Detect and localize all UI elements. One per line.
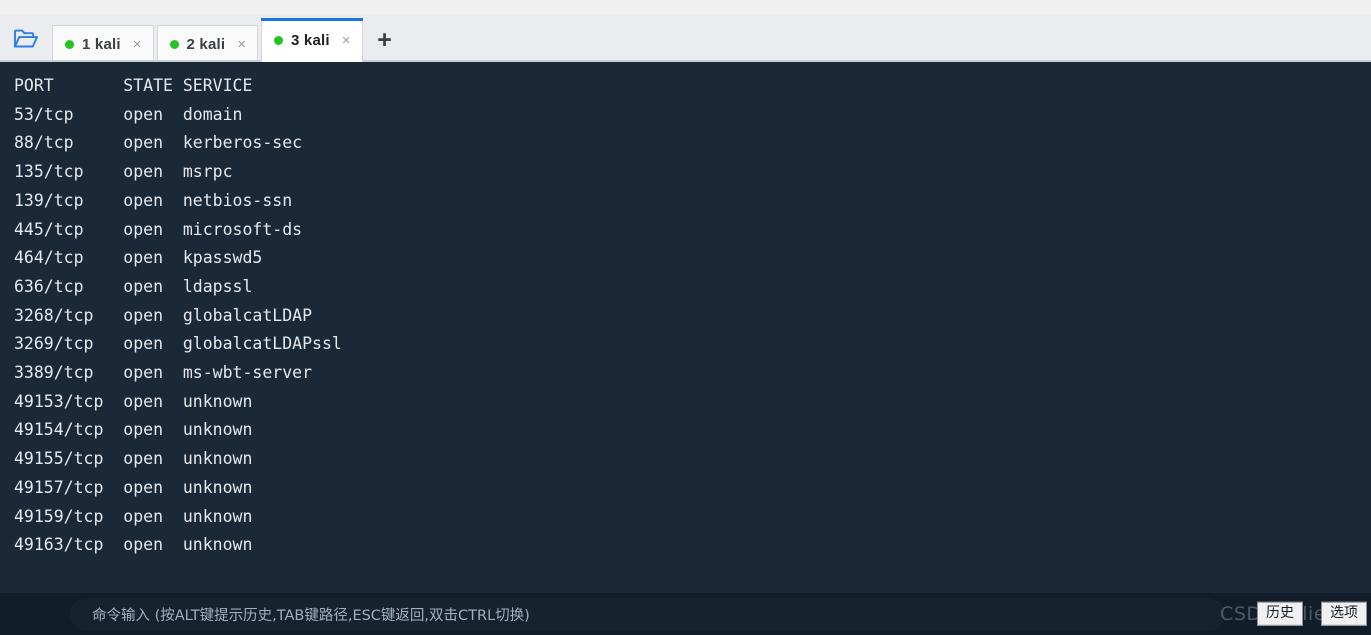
terminal-row: 49159/tcp open unknown: [14, 506, 253, 526]
tab-3-kali[interactable]: 3 kali ×: [261, 18, 363, 62]
terminal-row: 135/tcp open msrpc: [14, 162, 233, 182]
terminal-row: 3268/tcp open globalcatLDAP: [14, 305, 313, 325]
tab-close-icon[interactable]: ×: [133, 37, 142, 52]
tab-label: 3 kali: [291, 32, 330, 49]
terminal-row: 49154/tcp open unknown: [14, 420, 253, 440]
tab-1-kali[interactable]: 1 kali ×: [52, 25, 154, 62]
command-input[interactable]: 命令输入 (按ALT键提示历史,TAB键路径,ESC键返回,双击CTRL切换): [70, 598, 1225, 631]
tab-label: 1 kali: [82, 35, 121, 53]
toolbar-spacer: [0, 0, 1371, 14]
tab-label: 2 kali: [186, 35, 226, 53]
terminal-row: 445/tcp open microsoft-ds: [14, 219, 303, 239]
terminal-row: 49157/tcp open unknown: [14, 477, 253, 497]
tab-list: 1 kali × 2 kali × 3 kali × +: [52, 16, 402, 62]
terminal-output-pane[interactable]: PORT STATE SERVICE 53/tcp open domain 88/t…: [0, 62, 1371, 593]
terminal-row: 53/tcp open domain: [14, 104, 243, 124]
terminal-row: 636/tcp open ldapssl: [14, 276, 253, 296]
tab-bar: 1 kali × 2 kali × 3 kali × +: [0, 14, 1371, 62]
terminal-app-window: 1 kali × 2 kali × 3 kali × + PORT STATE …: [0, 0, 1371, 635]
history-button[interactable]: 历史: [1257, 601, 1303, 627]
top-toolbar: 1 kali × 2 kali × 3 kali × +: [0, 0, 1371, 62]
new-tab-button[interactable]: +: [368, 18, 402, 62]
bottom-button-group: 历史 选项: [1257, 601, 1367, 627]
bottom-command-bar: 命令输入 (按ALT键提示历史,TAB键路径,ESC键返回,双击CTRL切换) …: [0, 593, 1371, 635]
terminal-text-block: PORT STATE SERVICE 53/tcp open domain 88/t…: [14, 72, 1371, 560]
tab-close-icon[interactable]: ×: [237, 37, 246, 52]
tab-status-dot-icon: [169, 39, 179, 49]
tab-status-dot-icon: [65, 39, 74, 49]
tab-2-kali[interactable]: 2 kali ×: [156, 25, 258, 62]
terminal-row: 139/tcp open netbios-ssn: [14, 190, 293, 210]
open-folder-icon: [13, 28, 39, 50]
options-button[interactable]: 选项: [1321, 601, 1367, 627]
terminal-row: 49155/tcp open unknown: [14, 449, 253, 469]
command-input-placeholder: 命令输入 (按ALT键提示历史,TAB键路径,ESC键返回,双击CTRL切换): [92, 608, 530, 624]
open-folder-button[interactable]: [0, 16, 52, 62]
terminal-row: 3389/tcp open ms-wbt-server: [14, 363, 313, 383]
tab-close-icon[interactable]: ×: [342, 33, 351, 48]
terminal-header-row: PORT STATE SERVICE: [14, 76, 253, 95]
terminal-row: 3269/tcp open globalcatLDAPssl: [14, 334, 342, 354]
terminal-row: 464/tcp open kpasswd5: [14, 248, 263, 268]
tab-status-dot-icon: [274, 36, 283, 45]
terminal-row: 49153/tcp open unknown: [14, 391, 253, 411]
terminal-row: 88/tcp open kerberos-sec: [14, 133, 303, 153]
terminal-row: 49163/tcp open unknown: [14, 535, 253, 555]
